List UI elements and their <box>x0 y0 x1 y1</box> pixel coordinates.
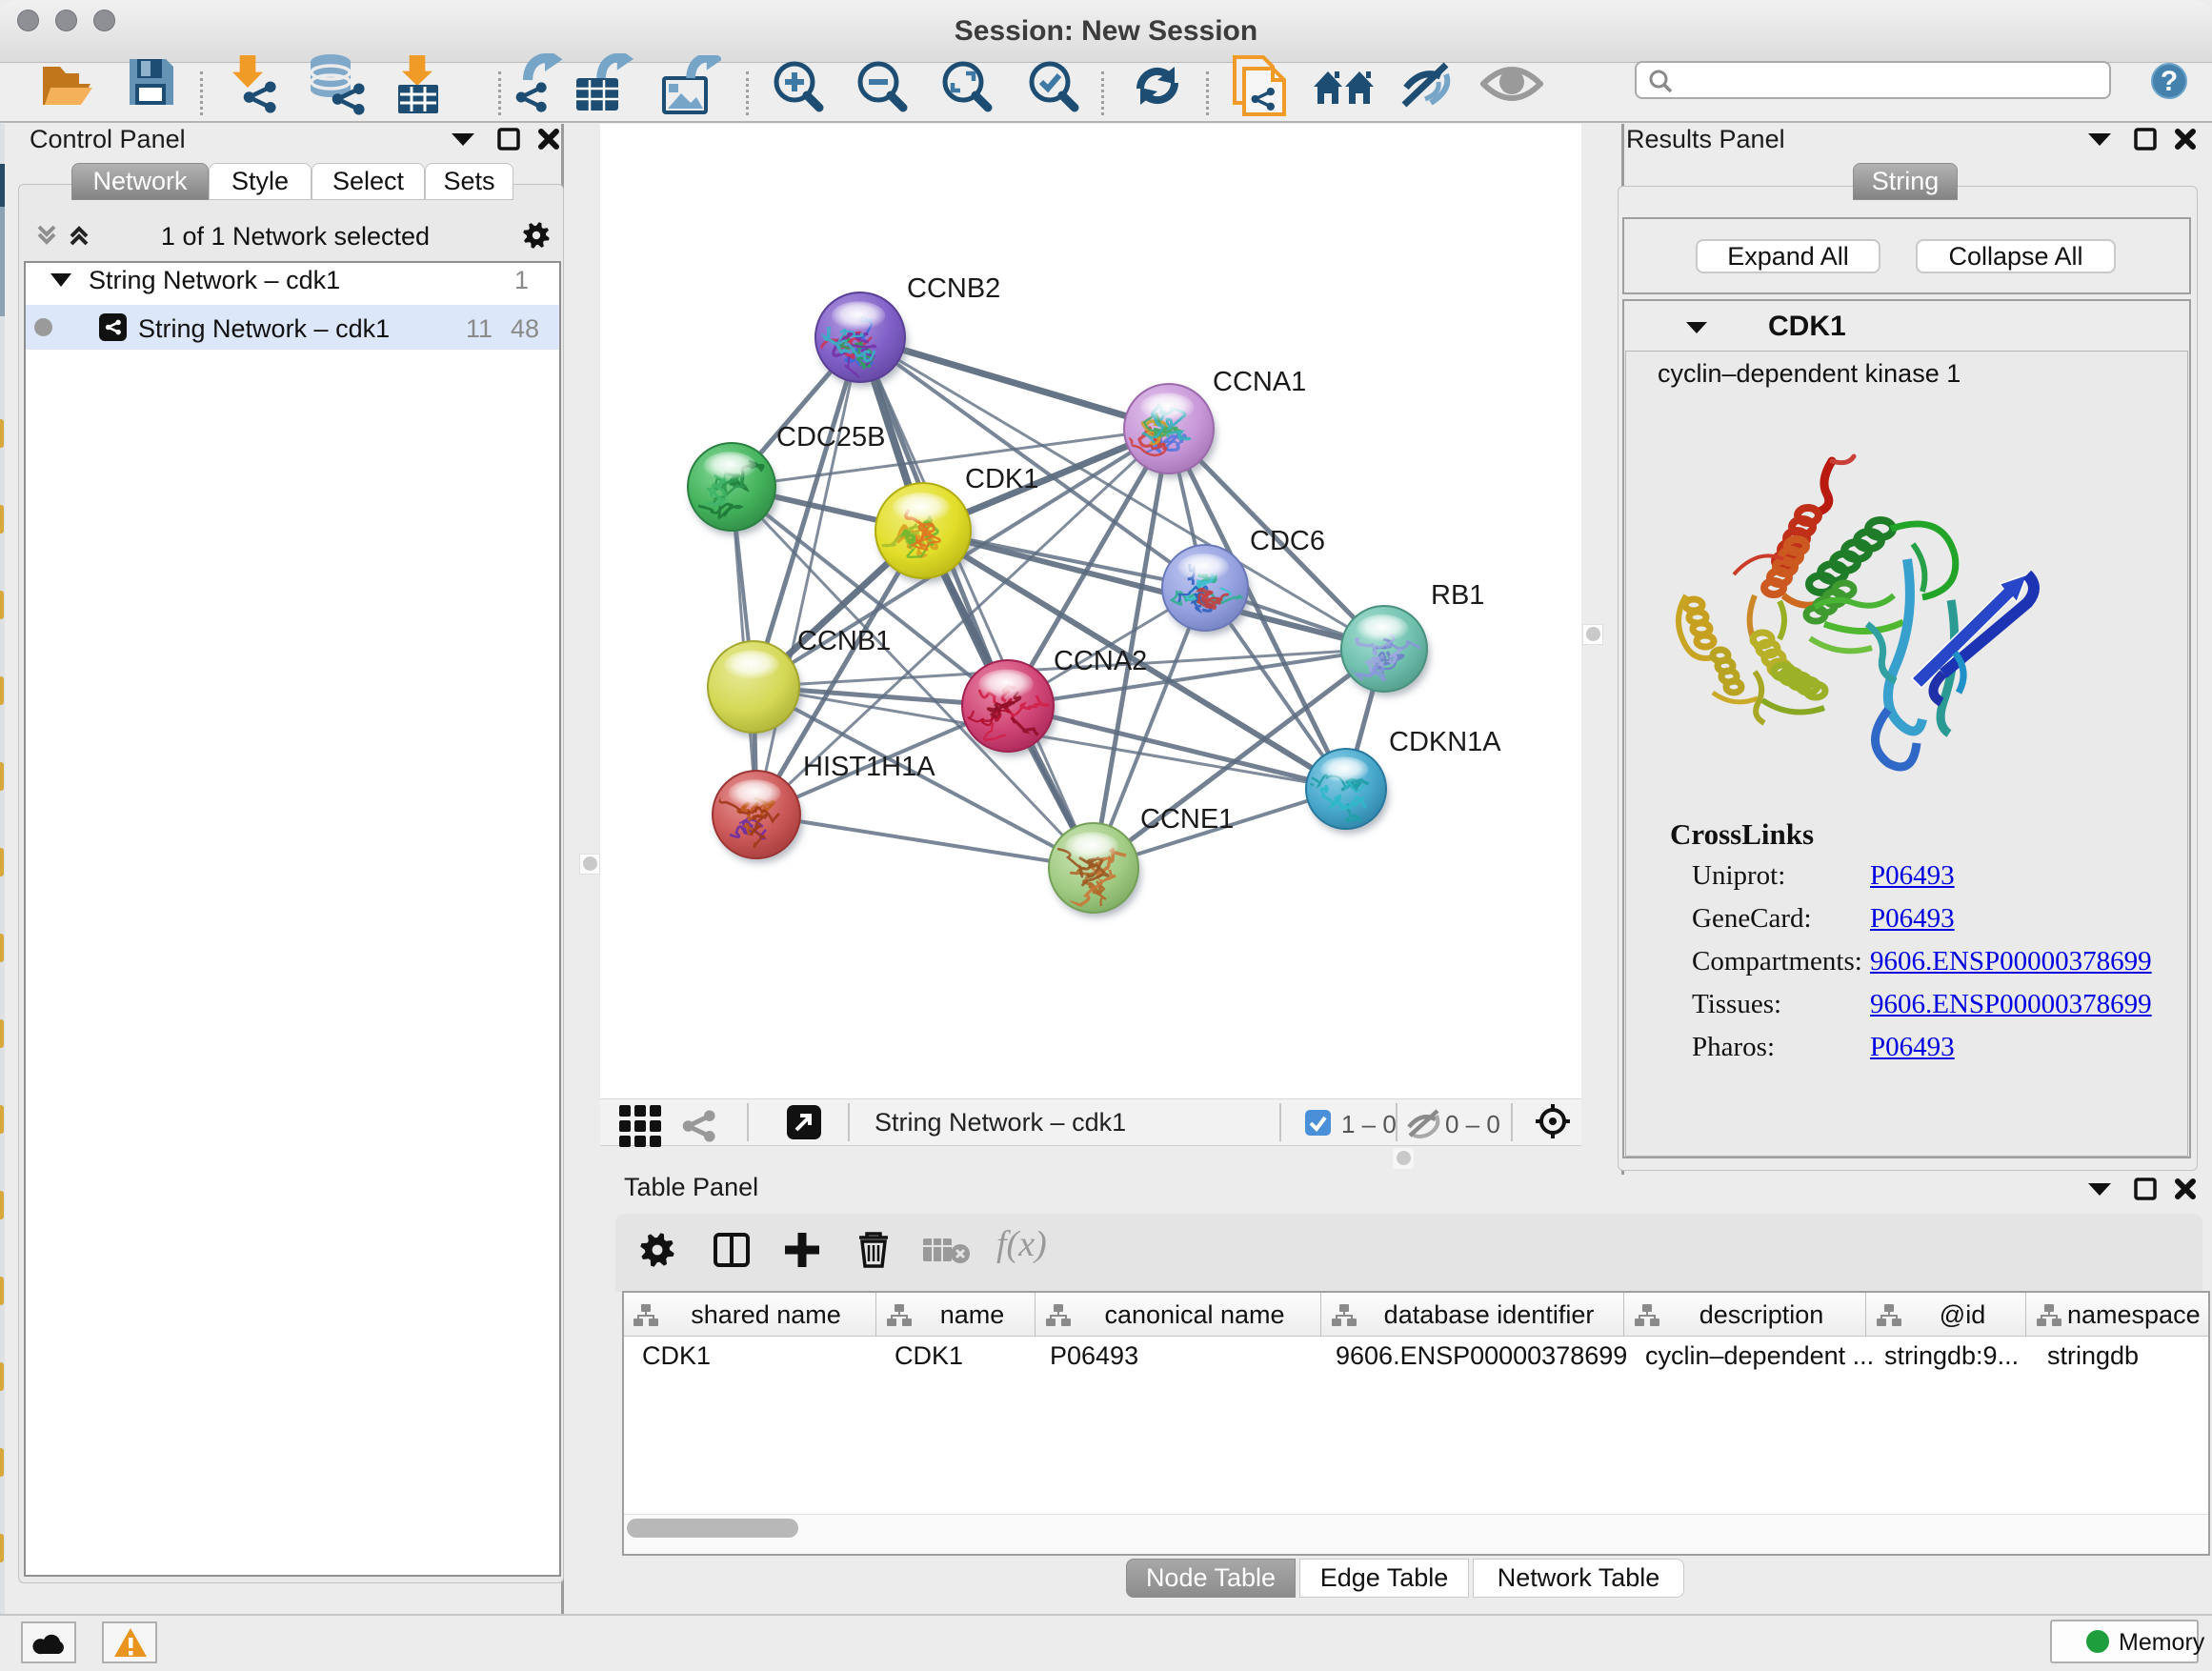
svg-text:CDC6: CDC6 <box>1250 526 1325 556</box>
svg-text:CDKN1A: CDKN1A <box>1389 727 1501 757</box>
svg-text:CDK1: CDK1 <box>965 464 1038 494</box>
svg-text:CCNB1: CCNB1 <box>797 626 891 656</box>
svg-text:CCNE1: CCNE1 <box>1140 804 1234 835</box>
svg-text:RB1: RB1 <box>1431 580 1484 611</box>
svg-text:CCNA1: CCNA1 <box>1213 367 1306 397</box>
svg-text:CDC25B: CDC25B <box>776 422 885 453</box>
svg-text:CCNB2: CCNB2 <box>907 273 1000 304</box>
svg-text:CCNA2: CCNA2 <box>1054 646 1147 676</box>
svg-text:HIST1H1A: HIST1H1A <box>803 752 935 782</box>
